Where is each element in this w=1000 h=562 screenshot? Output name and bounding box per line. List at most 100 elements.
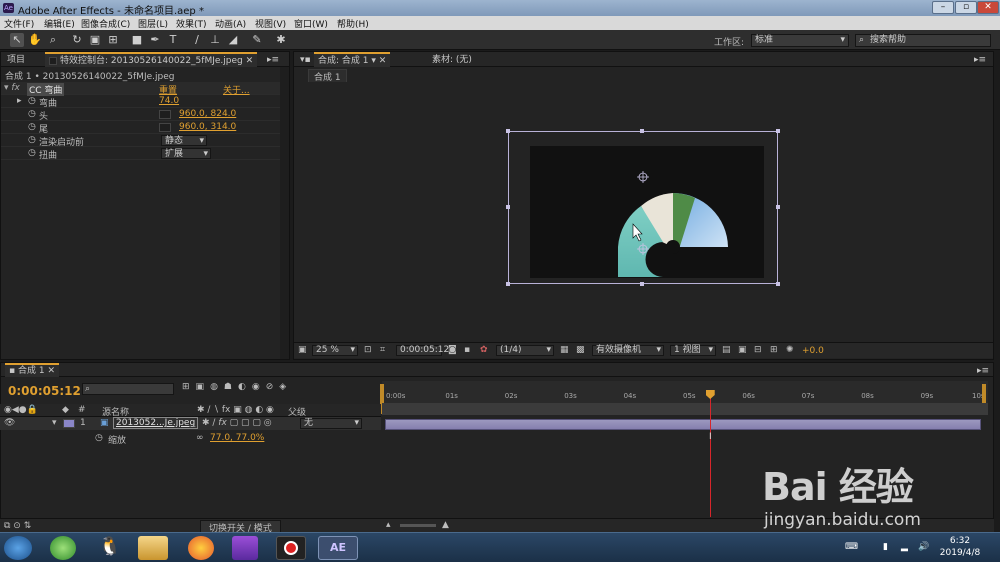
puppet-pin-tool-icon[interactable]: ✱	[274, 33, 288, 47]
pan-behind-tool-icon[interactable]: ⊞	[106, 33, 120, 47]
maximize-button[interactable]: ▫	[955, 1, 977, 14]
transform-handle[interactable]	[776, 129, 780, 133]
toggle-panes-icon[interactable]: ⧉ ⊙ ⇅	[4, 521, 31, 531]
auto-keyframe-icon[interactable]: ⊘	[266, 382, 280, 392]
transform-handle[interactable]	[640, 282, 644, 286]
menu-effect[interactable]: 效果(T)	[176, 17, 207, 30]
exposure-icon[interactable]: ✺	[786, 345, 794, 355]
transform-handle[interactable]	[640, 129, 644, 133]
comp-mini-flowchart-icon[interactable]: ⊞	[182, 382, 196, 392]
fx-icon[interactable]: ▾ fx	[4, 83, 20, 93]
zoom-out-icon[interactable]: ▴	[386, 520, 391, 530]
panel-menu-icon[interactable]: ▸≡	[267, 54, 279, 66]
fit-icon[interactable]: ⊡	[364, 345, 372, 355]
menu-file[interactable]: 文件(F)	[4, 17, 34, 30]
layer-name[interactable]: 2013052...Je.jpeg	[113, 417, 199, 429]
transform-handle[interactable]	[506, 282, 510, 286]
tab-composition[interactable]: 合成: 合成 1 ▾ ✕	[314, 52, 391, 67]
panel-menu-icon[interactable]: ▸≡	[974, 54, 986, 66]
start-button[interactable]	[4, 536, 32, 560]
keyboard-icon[interactable]: ⌨	[845, 542, 858, 552]
menu-help[interactable]: 帮助(H)	[337, 17, 369, 30]
menu-view[interactable]: 视图(V)	[255, 17, 286, 30]
lock-icon[interactable]: ▾▪	[300, 54, 311, 66]
channels-icon[interactable]: ✿	[480, 345, 488, 355]
snapshot-icon[interactable]: ◙	[448, 345, 457, 355]
menu-edit[interactable]: 编辑(E)	[44, 17, 75, 30]
scrollbar[interactable]	[280, 67, 289, 359]
text-tool-icon[interactable]: T	[166, 33, 180, 47]
draft-3d-icon[interactable]: ▣	[196, 382, 211, 392]
menu-layer[interactable]: 图层(L)	[138, 17, 168, 30]
frame-blending-icon[interactable]: ☗	[224, 382, 238, 392]
brush-tool-icon[interactable]: ∕	[190, 33, 204, 47]
qq-icon[interactable]: 🐧	[97, 536, 123, 560]
transform-handle[interactable]	[506, 205, 510, 209]
minimize-button[interactable]: –	[932, 1, 954, 14]
zoom-slider[interactable]	[400, 524, 436, 527]
close-icon[interactable]: ✕	[379, 56, 387, 66]
transform-handle[interactable]	[776, 205, 780, 209]
transform-handle[interactable]	[506, 129, 510, 133]
layer-bounding-box[interactable]	[506, 129, 780, 286]
zoom-in-icon[interactable]: ▲	[442, 520, 449, 530]
close-icon[interactable]: ✕	[47, 366, 55, 376]
timeline-icon[interactable]: ⊟	[754, 345, 762, 355]
firefox-icon[interactable]	[188, 536, 214, 560]
roto-brush-tool-icon[interactable]: ✎	[250, 33, 264, 47]
always-preview-icon[interactable]: ▣	[298, 345, 307, 355]
eye-icon[interactable]: 👁	[4, 418, 15, 428]
recorder-icon[interactable]	[276, 536, 306, 560]
network-icon[interactable]: ▂	[901, 542, 908, 552]
volume-icon[interactable]: 🔊	[918, 542, 929, 552]
menu-animation[interactable]: 动画(A)	[215, 17, 246, 30]
graph-editor-icon[interactable]: ◈	[279, 382, 292, 392]
camera-tool-icon[interactable]: ▣	[88, 33, 102, 47]
fast-previews-icon[interactable]: ▣	[738, 345, 747, 355]
workspace-select[interactable]: 标准 ▾	[751, 34, 849, 47]
app-360-icon[interactable]	[50, 536, 76, 560]
menu-window[interactable]: 窗口(W)	[294, 17, 328, 30]
panel-menu-icon[interactable]: ▸≡	[977, 365, 989, 377]
tab-footage[interactable]: 素材: (无)	[432, 54, 472, 66]
stopwatch-icon[interactable]: ◷	[95, 433, 103, 443]
prop-value[interactable]: 960.0, 314.0	[179, 122, 236, 132]
chevron-down-icon[interactable]: ▾	[371, 56, 376, 66]
clone-stamp-tool-icon[interactable]: ⊥	[208, 33, 222, 47]
constrain-proportions-icon[interactable]: ∞	[196, 433, 204, 443]
after-effects-taskbar-button[interactable]: AE	[318, 536, 358, 560]
label-color-swatch[interactable]	[63, 419, 75, 428]
stopwatch-icon[interactable]: ◷	[28, 96, 36, 106]
motion-blur-icon[interactable]: ◐	[238, 382, 252, 392]
tab-timeline-comp[interactable]: ▪ 合成 1 ✕	[5, 363, 59, 377]
battery-icon[interactable]: ▮	[883, 542, 888, 552]
render-prestart-select[interactable]: 静态 ▾	[161, 135, 207, 146]
show-snapshot-icon[interactable]: ▪	[464, 345, 470, 355]
zoom-tool-icon[interactable]: ⌕	[46, 33, 60, 47]
menu-composition[interactable]: 图像合成(C)	[81, 17, 130, 30]
file-explorer-icon[interactable]	[138, 536, 168, 560]
zoom-select[interactable]: 25 % ▾	[312, 345, 358, 356]
time-ruler[interactable]: 0:00s 01s 02s 03s 04s 05s 06s 07s 08s 09s 10s	[382, 381, 988, 403]
work-area-bar[interactable]	[382, 403, 988, 415]
stopwatch-icon[interactable]: ◷	[28, 122, 36, 132]
exposure-value[interactable]: +0.0	[802, 346, 824, 356]
resolution-select[interactable]: (1/4) ▾	[496, 345, 554, 356]
timecode-display[interactable]: 0:00:05:12	[396, 345, 449, 356]
rectangle-tool-icon[interactable]: ■	[130, 33, 144, 47]
layer-switches[interactable]: ✱ ∕ fx ▢ ▢ ▢ ◎	[202, 418, 272, 428]
timeline-switches[interactable]: ⊞▣◍☗◐◉⊘◈	[182, 382, 292, 392]
pen-tool-icon[interactable]: ✒	[148, 33, 162, 47]
close-icon[interactable]: ✕	[246, 56, 254, 66]
layer-row[interactable]: 👁 ▾ 1 ▣ 2013052...Je.jpeg ✱ ∕ fx ▢ ▢ ▢ ◎…	[0, 417, 381, 430]
views-select[interactable]: 1 视图 ▾	[670, 345, 716, 356]
transform-handle[interactable]	[776, 282, 780, 286]
tab-project[interactable]: 项目	[7, 54, 25, 66]
selection-tool-icon[interactable]: ↖	[10, 33, 24, 47]
video-app-icon[interactable]	[232, 536, 258, 560]
prop-value[interactable]: 74.0	[159, 96, 179, 106]
hand-tool-icon[interactable]: ✋	[28, 33, 42, 47]
scale-value[interactable]: 77.0, 77.0%	[210, 433, 264, 443]
close-button[interactable]: ✕	[977, 1, 999, 14]
eraser-tool-icon[interactable]: ◢	[226, 33, 240, 47]
